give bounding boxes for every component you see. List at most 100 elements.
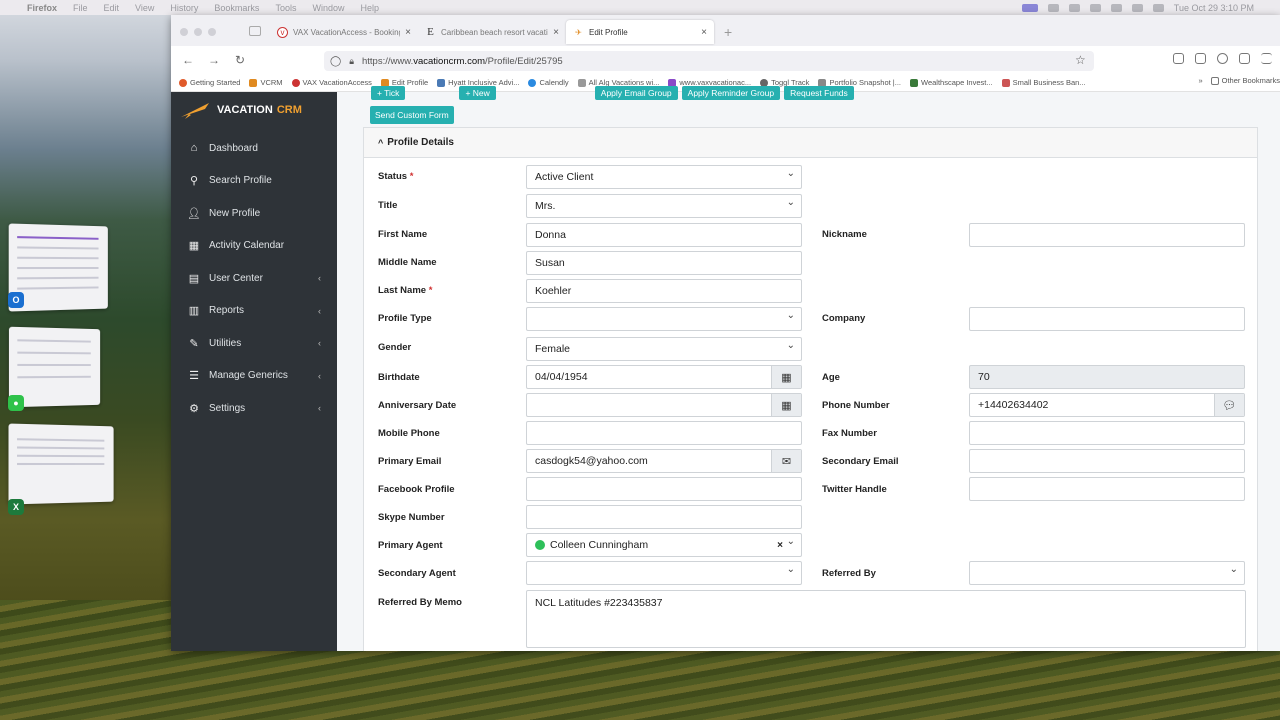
birthdate-field[interactable]: 04/04/1954 ▦ bbox=[526, 365, 802, 389]
bookmark-star-icon[interactable]: ☆ bbox=[1075, 53, 1086, 67]
primary-agent-select[interactable]: Colleen Cunningham × bbox=[526, 533, 802, 557]
middle-name-field[interactable]: Susan bbox=[526, 251, 802, 275]
request-funds-button[interactable]: Request Funds bbox=[784, 86, 854, 100]
search-icon[interactable] bbox=[1131, 3, 1143, 12]
menubar-clock[interactable]: Tue Oct 29 3:10 PM bbox=[1174, 3, 1254, 13]
tab-edit-profile[interactable]: ✈ Edit Profile × bbox=[566, 20, 714, 44]
menu-view[interactable]: View bbox=[135, 3, 154, 13]
bookmarks-overflow-icon[interactable]: » bbox=[1198, 76, 1202, 85]
reload-icon[interactable]: ↻ bbox=[233, 53, 247, 67]
primary-email-field[interactable]: casdogk54@yahoo.com ✉ bbox=[526, 449, 802, 473]
twitter-handle-field[interactable] bbox=[969, 477, 1245, 501]
close-tab-icon[interactable]: × bbox=[405, 27, 411, 38]
zoom-window-button[interactable] bbox=[208, 28, 216, 36]
tab-caribbean[interactable]: E Caribbean beach resort vacatio × bbox=[418, 20, 566, 44]
sidebar-item-search-profile[interactable]: ⚲ Search Profile bbox=[171, 165, 337, 198]
excel-icon[interactable]: X bbox=[8, 499, 24, 515]
secondary-email-field[interactable] bbox=[969, 449, 1245, 473]
bookmark-item[interactable]: Getting Started bbox=[179, 78, 240, 87]
downloads-icon[interactable] bbox=[1195, 53, 1206, 64]
sidebar-item-utilities[interactable]: ✎ Utilities ‹ bbox=[171, 327, 337, 360]
menu-window[interactable]: Window bbox=[312, 3, 344, 13]
facebook-profile-field[interactable] bbox=[526, 477, 802, 501]
apply-reminder-group-button[interactable]: Apply Reminder Group bbox=[681, 86, 781, 100]
menu-edit[interactable]: Edit bbox=[104, 3, 120, 13]
calendar-icon[interactable]: ▦ bbox=[771, 366, 801, 388]
tab-vax-booking[interactable]: v VAX VacationAccess - Booking × bbox=[270, 20, 418, 44]
url-bar[interactable]: ◯ 🔒︎ https://www.vacationcrm.com/Profile… bbox=[324, 51, 1094, 71]
send-custom-form-button[interactable]: Send Custom Form bbox=[370, 106, 454, 124]
anniversary-date-field[interactable]: ▦ bbox=[526, 393, 802, 417]
cloud-icon[interactable] bbox=[1068, 3, 1080, 12]
mobile-phone-field[interactable] bbox=[526, 421, 802, 445]
skype-number-field[interactable] bbox=[526, 505, 802, 529]
bookmark-item[interactable]: Wealthscape Invest... bbox=[910, 78, 993, 87]
referred-by-select[interactable] bbox=[969, 561, 1245, 585]
brand-name: VACATION bbox=[217, 104, 273, 116]
close-tab-icon[interactable]: × bbox=[553, 27, 559, 38]
bookmark-item[interactable]: VCRM bbox=[249, 78, 283, 87]
pocket-icon[interactable] bbox=[1173, 53, 1184, 64]
menu-app-name[interactable]: Firefox bbox=[27, 3, 57, 13]
menu-icon[interactable] bbox=[1261, 53, 1272, 64]
new-button[interactable]: + New bbox=[459, 86, 496, 100]
control-center-icon[interactable] bbox=[1152, 3, 1164, 12]
shield-icon[interactable]: ◯ bbox=[330, 56, 341, 67]
sidebar-item-dashboard[interactable]: ⌂ Dashboard bbox=[171, 132, 337, 165]
gender-select[interactable]: Female bbox=[526, 337, 802, 361]
primary-email-label: Primary Email bbox=[378, 456, 442, 467]
profile-type-select[interactable] bbox=[526, 307, 802, 331]
close-tab-icon[interactable]: × bbox=[701, 27, 707, 38]
apply-email-group-button[interactable]: Apply Email Group bbox=[594, 86, 678, 100]
referred-by-memo-textarea[interactable]: NCL Latitudes #223435837 bbox=[526, 590, 1246, 648]
status-select[interactable]: Active Client bbox=[526, 165, 802, 189]
outlook-icon[interactable]: O bbox=[8, 292, 24, 308]
battery-icon[interactable] bbox=[1089, 3, 1101, 12]
envelope-icon[interactable]: ✉ bbox=[771, 450, 801, 472]
menu-file[interactable]: File bbox=[73, 3, 88, 13]
fax-number-field[interactable] bbox=[969, 421, 1245, 445]
secondary-agent-select[interactable] bbox=[526, 561, 802, 585]
close-window-button[interactable] bbox=[180, 28, 188, 36]
sidebar-item-user-center[interactable]: ▤ User Center ‹ bbox=[171, 262, 337, 295]
tick-button[interactable]: + Tick bbox=[371, 86, 406, 100]
brand-logo[interactable]: VACATION CRM bbox=[171, 92, 337, 128]
title-select[interactable]: Mrs. bbox=[526, 194, 802, 218]
calendar-icon[interactable]: ▦ bbox=[771, 394, 801, 416]
sidebar-item-manage-generics[interactable]: ☰ Manage Generics ‹ bbox=[171, 360, 337, 393]
menu-help[interactable]: Help bbox=[360, 3, 379, 13]
lock-icon[interactable]: 🔒︎ bbox=[349, 56, 354, 67]
profile-details-header[interactable]: ^ Profile Details bbox=[364, 128, 1257, 158]
account-icon[interactable] bbox=[1217, 53, 1228, 64]
phone-number-field[interactable]: +14402634402 💬︎ bbox=[969, 393, 1245, 417]
stage-window-thumbnail[interactable] bbox=[8, 423, 114, 505]
back-icon[interactable]: ← bbox=[181, 53, 195, 67]
new-tab-button[interactable]: + bbox=[724, 20, 732, 44]
wifi-icon[interactable] bbox=[1110, 3, 1122, 12]
sidebar-item-reports[interactable]: ▥ Reports ‹ bbox=[171, 295, 337, 328]
menu-tools[interactable]: Tools bbox=[275, 3, 296, 13]
sidebar-item-settings[interactable]: ⚙ Settings ‹ bbox=[171, 392, 337, 425]
sidebar-item-activity-calendar[interactable]: ▦ Activity Calendar bbox=[171, 230, 337, 263]
stage-manager-icon[interactable] bbox=[1021, 3, 1038, 12]
bookmark-item[interactable]: Small Business Ban... bbox=[1001, 78, 1086, 87]
e-favicon-icon: E bbox=[427, 26, 434, 38]
minimize-window-button[interactable] bbox=[194, 28, 202, 36]
sidebar-item-new-profile[interactable]: 👤︎ New Profile bbox=[171, 197, 337, 230]
first-name-field[interactable]: Donna bbox=[526, 223, 802, 247]
status-icon[interactable] bbox=[1047, 3, 1059, 12]
extensions-icon[interactable] bbox=[1239, 53, 1250, 64]
messages-icon[interactable]: ● bbox=[8, 395, 24, 411]
forward-icon[interactable]: → bbox=[207, 53, 221, 67]
bookmark-item[interactable]: VAX VacationAccess bbox=[291, 78, 372, 87]
clear-selection-icon[interactable]: × bbox=[777, 540, 783, 551]
brand-name-accent: CRM bbox=[276, 104, 302, 116]
sms-icon[interactable]: 💬︎ bbox=[1214, 394, 1244, 416]
menu-history[interactable]: History bbox=[170, 3, 198, 13]
menu-bookmarks[interactable]: Bookmarks bbox=[214, 3, 259, 13]
company-field[interactable] bbox=[969, 307, 1245, 331]
nickname-field[interactable] bbox=[969, 223, 1245, 247]
last-name-field[interactable]: Koehler bbox=[526, 279, 802, 303]
other-bookmarks[interactable]: Other Bookmarks bbox=[1210, 76, 1280, 85]
tab-overview-icon[interactable] bbox=[249, 26, 261, 36]
